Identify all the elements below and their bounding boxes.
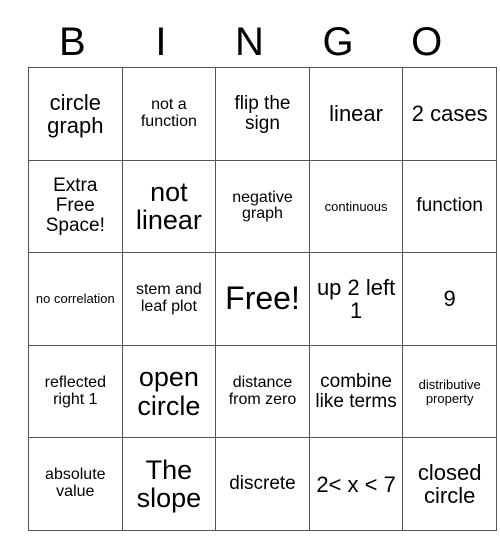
bingo-cell-label: function (416, 195, 483, 217)
bingo-cell[interactable]: not a function (121, 67, 217, 161)
header-letter-i: I (155, 20, 167, 64)
bingo-cell[interactable]: distributive property (402, 344, 497, 439)
bingo-row: Extra Free Space! not linear negative gr… (28, 159, 497, 254)
bingo-cell-label: up 2 left 1 (316, 274, 396, 323)
bingo-cell-free[interactable]: Free! (215, 252, 310, 346)
bingo-cell-label: not a function (140, 96, 197, 130)
bingo-cell-label: discrete (229, 473, 296, 495)
header-letter-n: N (235, 20, 264, 64)
bingo-cell-label: continuous (324, 198, 388, 214)
bingo-cell[interactable]: flip the sign (215, 67, 310, 161)
bingo-row: no correlation stem and leaf plot Free! … (28, 252, 497, 346)
bingo-cell[interactable]: The slope (121, 437, 217, 531)
bingo-row: absolute value The slope discrete 2< x <… (28, 437, 497, 531)
bingo-cell[interactable]: closed circle (402, 437, 497, 531)
bingo-cell-label: distributive property (418, 376, 481, 406)
bingo-cell[interactable]: function (402, 159, 497, 254)
bingo-cell[interactable]: up 2 left 1 (308, 252, 404, 346)
bingo-row: circle graph not a function flip the sig… (28, 67, 497, 161)
bingo-cell-label: negative graph (232, 188, 293, 223)
bingo-header: B I N G O (28, 17, 471, 67)
bingo-cell-label: distance from zero (228, 373, 297, 408)
bingo-grid: circle graph not a function flip the sig… (28, 67, 497, 531)
bingo-cell[interactable]: linear (308, 67, 404, 161)
bingo-card: B I N G O circle graph not a function fl… (0, 0, 500, 544)
header-letter-o: O (411, 20, 443, 64)
bingo-cell-label: circle graph (47, 89, 104, 138)
header-letter-g: G (322, 20, 354, 64)
bingo-cell-label: Extra Free Space! (45, 175, 105, 237)
bingo-cell-label: open circle (137, 362, 201, 421)
bingo-cell-label: closed circle (417, 460, 482, 509)
bingo-cell[interactable]: discrete (215, 437, 310, 531)
bingo-cell[interactable]: Extra Free Space! (28, 159, 123, 254)
bingo-cell[interactable]: 9 (402, 252, 497, 346)
bingo-cell-label: The slope (136, 454, 202, 514)
bingo-cell-label: absolute value (45, 466, 106, 501)
bingo-cell[interactable]: absolute value (28, 437, 123, 531)
bingo-cell[interactable]: continuous (308, 159, 404, 254)
bingo-cell[interactable]: negative graph (215, 159, 310, 254)
bingo-cell-label: Free! (225, 280, 300, 317)
bingo-cell-label: reflected right 1 (44, 373, 106, 408)
bingo-row: reflected right 1 open circle distance f… (28, 344, 497, 439)
bingo-cell[interactable]: reflected right 1 (28, 344, 123, 439)
bingo-cell[interactable]: circle graph (28, 67, 123, 161)
bingo-cell[interactable]: 2 cases (402, 67, 497, 161)
bingo-cell-label: combine like terms (315, 370, 397, 412)
bingo-cell[interactable]: 2< x < 7 (308, 437, 404, 531)
bingo-cell[interactable]: open circle (121, 344, 217, 439)
bingo-cell-label: stem and leaf plot (135, 281, 202, 315)
bingo-cell[interactable]: no correlation (28, 252, 123, 346)
bingo-cell[interactable]: stem and leaf plot (121, 252, 217, 346)
bingo-cell-label: no correlation (35, 291, 115, 307)
bingo-cell-label: flip the sign (234, 92, 291, 134)
bingo-cell-label: 2< x < 7 (316, 471, 396, 497)
bingo-cell-label: not linear (135, 177, 202, 236)
bingo-cell-label: 9 (443, 286, 456, 312)
bingo-cell-label: linear (329, 101, 383, 127)
bingo-cell[interactable]: distance from zero (215, 344, 310, 439)
bingo-cell[interactable]: combine like terms (308, 344, 404, 439)
bingo-cell-label: 2 cases (411, 101, 488, 127)
header-letter-b: B (58, 20, 86, 64)
bingo-cell[interactable]: not linear (121, 159, 217, 254)
